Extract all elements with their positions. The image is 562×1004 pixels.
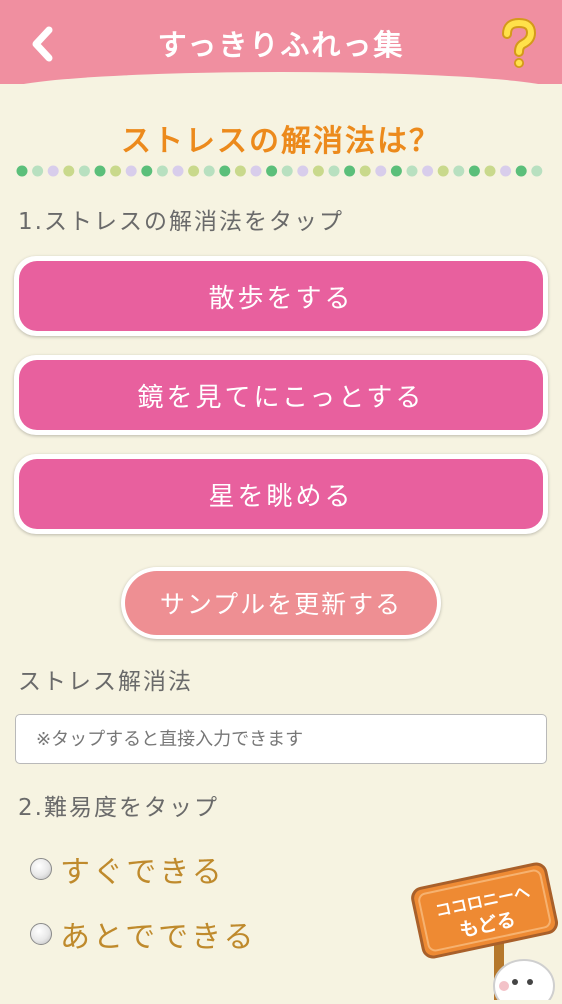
difficulty-option-now[interactable]: すぐできる <box>30 847 225 891</box>
option-button-label: 散歩をする <box>19 261 543 331</box>
header-wave-edge <box>0 72 562 92</box>
divider-dot <box>484 165 496 177</box>
divider-dot <box>453 165 465 177</box>
divider-dot <box>406 165 418 177</box>
divider-dot <box>219 165 231 177</box>
divider-dot <box>32 165 44 177</box>
refresh-sample-button[interactable]: サンプルを更新する <box>121 567 441 639</box>
divider-dot <box>16 165 28 177</box>
divider-dot <box>328 165 340 177</box>
step1-label: 1.ストレスの解消法をタップ <box>18 209 344 235</box>
divider-dot <box>188 165 200 177</box>
divider-dot <box>78 165 90 177</box>
option-button-label: 星を眺める <box>19 459 543 529</box>
divider-dot <box>281 165 293 177</box>
refresh-sample-label: サンプルを更新する <box>125 571 437 635</box>
divider-dot <box>234 165 246 177</box>
divider-dot <box>437 165 449 177</box>
radio-button-icon[interactable] <box>30 923 52 945</box>
stress-field-label: ストレス解消法 <box>18 669 193 695</box>
stress-relief-input[interactable] <box>15 714 547 764</box>
divider-dot <box>312 165 324 177</box>
divider-dot <box>359 165 371 177</box>
divider-dot <box>297 165 309 177</box>
difficulty-option-label: あとでできる <box>60 920 257 955</box>
radio-button-icon[interactable] <box>30 858 52 880</box>
signboard-icon: ココロニーへ もどる <box>411 862 559 1004</box>
divider-dot <box>110 165 122 177</box>
divider-dot <box>422 165 434 177</box>
option-button-3[interactable]: 星を眺める <box>14 454 548 534</box>
divider-dot <box>531 165 543 177</box>
divider-dot <box>344 165 356 177</box>
help-button[interactable] <box>496 17 542 70</box>
divider-dot <box>156 165 168 177</box>
difficulty-option-later[interactable]: あとでできる <box>30 912 257 956</box>
step2-label: 2.難易度をタップ <box>18 795 219 821</box>
divider-dot <box>500 165 512 177</box>
divider-dot <box>390 165 402 177</box>
divider-dot <box>141 165 153 177</box>
divider-dot <box>266 165 278 177</box>
option-button-2[interactable]: 鏡を見てにこっとする <box>14 355 548 435</box>
divider-dot <box>250 165 262 177</box>
divider-dot <box>125 165 137 177</box>
app-header: すっきりふれっ集 <box>0 0 562 92</box>
divider-dot <box>47 165 59 177</box>
divider-dot <box>63 165 75 177</box>
divider-dot <box>515 165 527 177</box>
page-title: すっきりふれっ集 <box>157 28 405 62</box>
divider-dot <box>94 165 106 177</box>
divider-dot <box>172 165 184 177</box>
question-heading: ストレスの解消法は？ <box>121 124 441 159</box>
return-to-kokoroni-button[interactable]: ココロニーへ もどる <box>402 858 562 1004</box>
divider-dot <box>375 165 387 177</box>
option-button-1[interactable]: 散歩をする <box>14 256 548 336</box>
dotted-divider <box>16 165 543 177</box>
divider-dot <box>203 165 215 177</box>
option-button-label: 鏡を見てにこっとする <box>19 360 543 430</box>
question-mark-icon <box>502 17 537 68</box>
difficulty-option-label: すぐできる <box>60 855 225 890</box>
divider-dot <box>468 165 480 177</box>
